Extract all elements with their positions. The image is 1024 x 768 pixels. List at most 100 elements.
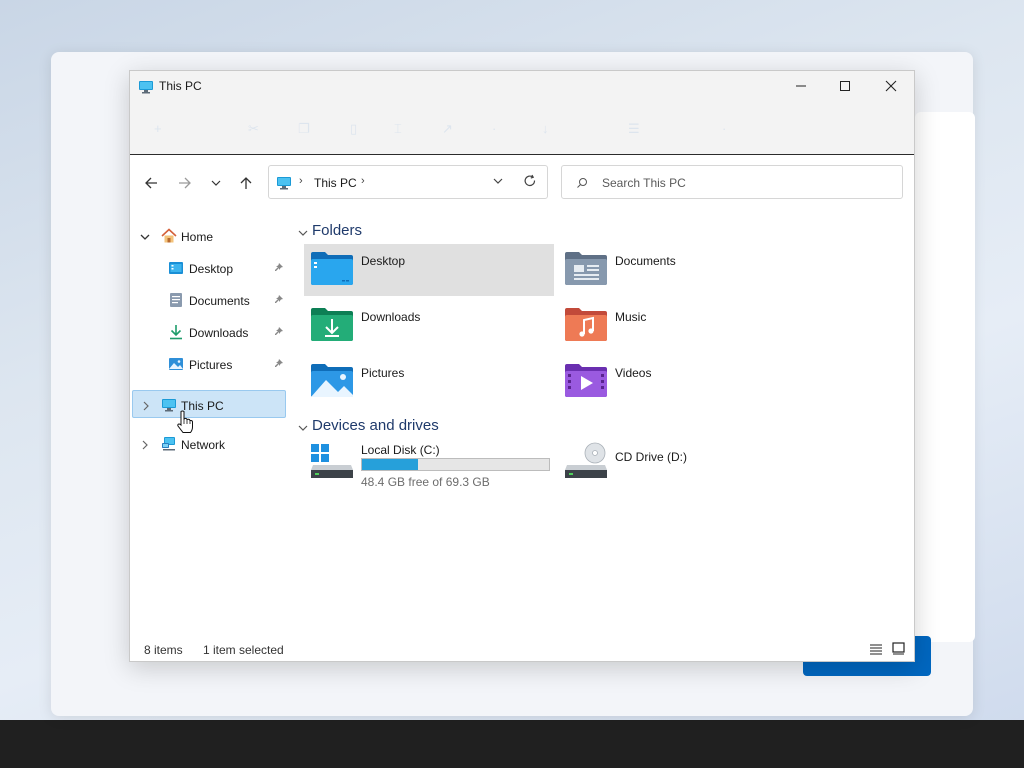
sidebar-item-label: Home xyxy=(181,230,214,244)
computer-icon xyxy=(138,79,154,98)
navigation-row: › This PC › Search This PC xyxy=(130,155,914,211)
drive-free-space: 48.4 GB free of 69.3 GB xyxy=(361,475,490,489)
cut-icon[interactable]: ✂ xyxy=(248,121,259,137)
breadcrumb-separator[interactable]: › xyxy=(361,175,365,187)
navigation-pane: Home Desktop Documents Downloads Picture… xyxy=(130,211,290,631)
window-title: This PC xyxy=(159,79,202,93)
folder-label: Music xyxy=(615,310,647,324)
folder-tile-desktop[interactable]: Desktop xyxy=(304,244,554,296)
folders-section-header[interactable]: Folders xyxy=(296,221,536,241)
minimize-button[interactable] xyxy=(778,71,824,101)
sidebar-item-label: Network xyxy=(181,438,226,452)
new-icon[interactable]: + xyxy=(154,121,162,136)
music-folder-icon xyxy=(564,306,608,345)
breadcrumb-this-pc[interactable]: This PC xyxy=(314,176,357,190)
recent-locations-chevron-icon[interactable] xyxy=(204,171,228,195)
file-explorer-window: This PC + ✂ ❐ ▯ ⌶ ↗ · ↓ ☰ · › This PC › … xyxy=(129,70,915,662)
search-icon xyxy=(576,177,588,192)
forward-arrow-icon[interactable] xyxy=(173,171,197,195)
desktop-folder-icon xyxy=(168,260,184,279)
folder-label: Videos xyxy=(615,366,652,380)
folder-tile-documents[interactable]: Documents xyxy=(558,244,808,296)
desktop-folder-icon xyxy=(310,250,354,289)
more-icon[interactable]: · xyxy=(722,121,726,136)
share-icon[interactable]: ↗ xyxy=(442,121,453,137)
maximize-button[interactable] xyxy=(822,71,868,101)
download-arrow-icon xyxy=(168,324,184,343)
sort-icon[interactable]: ↓ xyxy=(542,121,549,136)
address-dropdown-chevron-icon[interactable] xyxy=(491,174,505,191)
status-bar: 8 items 1 item selected xyxy=(130,633,914,663)
command-bar: + ✂ ❐ ▯ ⌶ ↗ · ↓ ☰ · xyxy=(130,115,914,145)
up-arrow-icon[interactable] xyxy=(234,171,258,195)
folder-tile-music[interactable]: Music xyxy=(558,300,808,352)
computer-icon xyxy=(161,397,177,416)
details-view-icon[interactable] xyxy=(870,643,882,658)
drive-label: CD Drive (D:) xyxy=(615,450,687,464)
sidebar-item-label: Documents xyxy=(189,294,250,308)
background-panel xyxy=(915,112,975,642)
drive-usage-bar xyxy=(361,458,550,471)
chevron-right-icon[interactable] xyxy=(140,439,150,453)
pin-icon[interactable] xyxy=(273,294,284,308)
paste-icon[interactable]: ▯ xyxy=(350,121,357,137)
content-pane: Folders Desktop Documents Downloads Musi xyxy=(296,211,906,631)
local-disk-icon xyxy=(310,442,354,483)
title-bar: This PC + ✂ ❐ ▯ ⌶ ↗ · ↓ ☰ · xyxy=(130,71,914,155)
chevron-right-icon[interactable] xyxy=(141,400,151,414)
pictures-folder-icon xyxy=(310,362,354,401)
rename-icon[interactable]: ⌶ xyxy=(394,121,402,137)
section-title: Folders xyxy=(312,222,363,239)
drive-usage-fill xyxy=(362,459,419,470)
chevron-down-icon[interactable] xyxy=(298,227,308,241)
copy-icon[interactable]: ❐ xyxy=(298,121,310,137)
folder-tile-pictures[interactable]: Pictures xyxy=(304,356,554,408)
home-icon xyxy=(161,228,177,247)
back-arrow-icon[interactable] xyxy=(139,171,163,195)
folder-label: Desktop xyxy=(361,254,406,268)
sidebar-item-label: Pictures xyxy=(189,358,233,372)
network-icon xyxy=(161,436,177,455)
downloads-folder-icon xyxy=(310,306,354,345)
sidebar-item-home[interactable]: Home xyxy=(132,222,286,250)
pin-icon[interactable] xyxy=(273,358,284,372)
sidebar-item-label: Desktop xyxy=(189,262,234,276)
search-placeholder: Search This PC xyxy=(602,176,686,190)
drive-tile-cd-drive[interactable]: CD Drive (D:) xyxy=(558,442,758,490)
hand-cursor-icon xyxy=(176,410,194,437)
chevron-down-icon[interactable] xyxy=(298,422,308,436)
cd-drive-icon xyxy=(564,442,608,483)
view-icon[interactable]: ☰ xyxy=(628,121,640,137)
folder-tile-videos[interactable]: Videos xyxy=(558,356,808,408)
documents-folder-icon xyxy=(168,292,184,311)
sidebar-item-network[interactable]: Network xyxy=(132,430,286,458)
drive-tile-local-disk[interactable]: Local Disk (C:) 48.4 GB free of 69.3 GB xyxy=(304,442,554,490)
selection-count: 1 item selected xyxy=(203,643,284,657)
breadcrumb-separator[interactable]: › xyxy=(299,175,303,187)
pictures-folder-icon xyxy=(168,356,184,375)
item-count: 8 items xyxy=(144,643,183,657)
computer-icon xyxy=(276,175,292,194)
drive-label: Local Disk (C:) xyxy=(361,443,440,457)
sidebar-item-pictures[interactable]: Pictures xyxy=(132,350,286,378)
videos-folder-icon xyxy=(564,362,608,401)
large-icons-view-icon[interactable] xyxy=(892,642,905,658)
close-button[interactable] xyxy=(868,71,914,101)
search-field[interactable]: Search This PC xyxy=(561,165,903,199)
sidebar-item-downloads[interactable]: Downloads xyxy=(132,318,286,346)
taskbar xyxy=(0,720,1024,768)
sidebar-item-this-pc[interactable]: This PC xyxy=(132,390,286,418)
sidebar-item-desktop[interactable]: Desktop xyxy=(132,254,286,282)
devices-section-header[interactable]: Devices and drives xyxy=(296,416,536,436)
folder-tile-downloads[interactable]: Downloads xyxy=(304,300,554,352)
pin-icon[interactable] xyxy=(273,262,284,276)
section-title: Devices and drives xyxy=(312,417,439,434)
refresh-icon[interactable] xyxy=(523,174,537,191)
sidebar-item-documents[interactable]: Documents xyxy=(132,286,286,314)
documents-folder-icon xyxy=(564,250,608,289)
delete-icon[interactable]: · xyxy=(492,121,496,136)
chevron-down-icon[interactable] xyxy=(140,231,150,245)
sidebar-item-label: Downloads xyxy=(189,326,249,340)
pin-icon[interactable] xyxy=(273,326,284,340)
address-bar[interactable]: › This PC › xyxy=(268,165,548,199)
